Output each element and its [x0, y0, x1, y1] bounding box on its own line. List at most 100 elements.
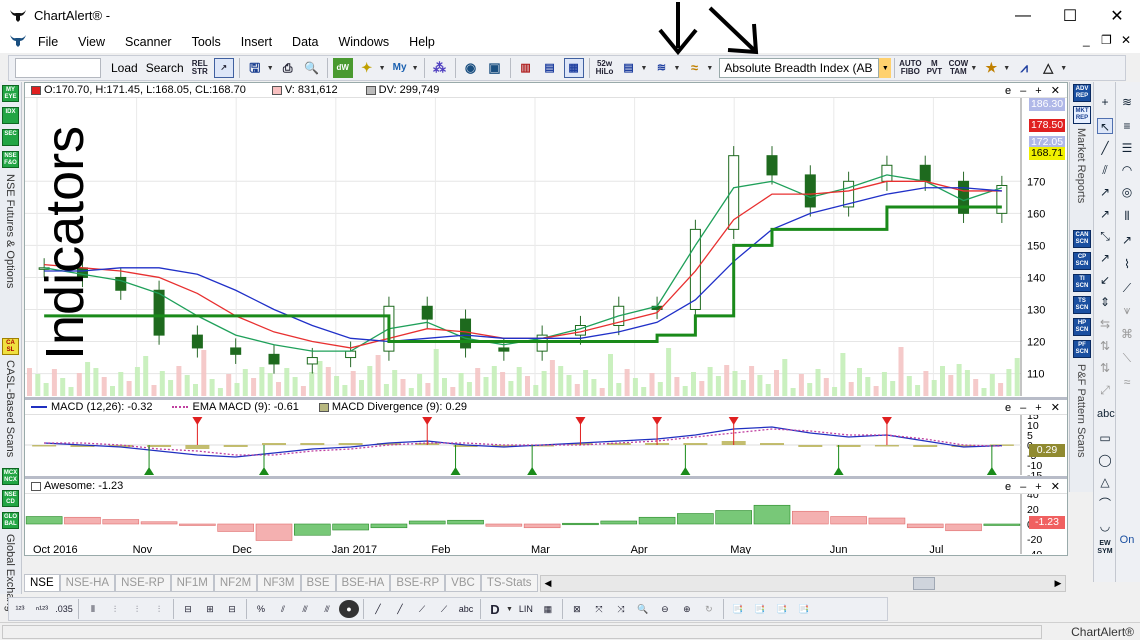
mcx-ncx-button[interactable]: MCX NCX: [2, 468, 19, 485]
scale2-icon[interactable]: ⫻: [295, 600, 315, 618]
horizontal-scrollbar[interactable]: ◀ ▶: [540, 575, 1066, 592]
awesome-chart[interactable]: -40-2002040Oct 2016NovDecJan 2017FebMarA…: [25, 494, 1067, 554]
scroll-thumb[interactable]: [913, 577, 935, 590]
indicator-list-dropdown-icon[interactable]: ▼: [706, 65, 713, 72]
awesome-pane-controls[interactable]: e – + ✕: [1005, 480, 1063, 493]
crosshair-icon[interactable]: +: [1097, 94, 1113, 110]
sl-line-icon[interactable]: ↗: [1097, 184, 1113, 200]
mkt-rep-button[interactable]: MKT REP: [1073, 106, 1091, 124]
ellipse-tool-icon[interactable]: ◯: [1097, 452, 1113, 468]
scale3-icon[interactable]: ⫻: [317, 600, 337, 618]
draw-abc-icon[interactable]: abc: [456, 600, 476, 618]
hp-scn-button[interactable]: HP SCN: [1073, 318, 1091, 336]
report-icon[interactable]: 📑: [728, 600, 748, 618]
minimize-button[interactable]: —: [1000, 0, 1046, 31]
decimals-ab-icon[interactable]: ⁿ¹²³: [32, 600, 52, 618]
nse-cd-button[interactable]: NSE CD: [2, 490, 19, 507]
tab-bse-ha[interactable]: BSE-HA: [335, 574, 391, 592]
star-dropdown-icon[interactable]: ▼: [379, 65, 386, 72]
arrow-tool-icon[interactable]: ↙: [1097, 272, 1113, 288]
menu-view[interactable]: View: [68, 35, 115, 49]
market-reports-label[interactable]: Market Reports: [1075, 128, 1087, 203]
ns2-disabled-icon[interactable]: ⇅: [1097, 360, 1113, 376]
volume-chart-icon[interactable]: ▥: [516, 58, 536, 78]
refresh-icon[interactable]: ↻: [699, 600, 719, 618]
bars5-icon[interactable]: ⊟: [178, 600, 198, 618]
decimals-035-icon[interactable]: .035: [54, 600, 74, 618]
bars2-icon[interactable]: ⫶: [105, 600, 125, 618]
sl-line2-icon[interactable]: ↗: [1097, 206, 1113, 222]
global-button[interactable]: GLO BAL: [2, 512, 19, 529]
draw-line2-icon[interactable]: ╱: [390, 600, 410, 618]
search-button[interactable]: Search: [142, 61, 188, 75]
globe-icon[interactable]: ◉: [461, 58, 481, 78]
macd-chart[interactable]: -15-10-5051015: [25, 415, 1067, 477]
fib-levels-icon[interactable]: ☰: [1119, 140, 1135, 156]
casl-scans-label[interactable]: CASL-Based Scans: [4, 360, 16, 457]
curve-tool-icon[interactable]: ◡: [1097, 518, 1113, 534]
close-button[interactable]: ✕: [1094, 0, 1140, 31]
save-dropdown-icon[interactable]: ▼: [267, 65, 274, 72]
triangle-draw-icon[interactable]: △: [1097, 474, 1113, 490]
auto-fibo-button[interactable]: AUTO FIBO: [899, 58, 922, 78]
grid-icon[interactable]: ▦: [538, 600, 558, 618]
zoom-out-icon[interactable]: ⊖: [655, 600, 675, 618]
tab-nf1m[interactable]: NF1M: [170, 574, 214, 592]
scroll-left-icon[interactable]: ◀: [541, 576, 555, 591]
idx-button[interactable]: IDX: [2, 107, 19, 124]
percent-icon[interactable]: %: [251, 600, 271, 618]
band-icon[interactable]: ≈: [1119, 374, 1135, 390]
tab-nse-ha[interactable]: NSE-HA: [59, 574, 116, 592]
menu-file[interactable]: File: [28, 35, 68, 49]
on-toggle[interactable]: On: [1119, 532, 1135, 548]
draw-line3-icon[interactable]: ⟋: [412, 600, 432, 618]
period-dropdown-icon[interactable]: ▼: [506, 606, 513, 613]
my-dropdown-icon[interactable]: ▼: [412, 65, 419, 72]
adv-rep-button[interactable]: ADV REP: [1073, 84, 1091, 102]
cow-tam-button[interactable]: COW TAM: [948, 58, 969, 78]
ts-scn-button[interactable]: TS SCN: [1073, 296, 1091, 314]
52w-hilo-button[interactable]: 52w HiLo: [595, 58, 615, 78]
fib-arc-icon[interactable]: ◠: [1119, 162, 1135, 178]
channel-icon[interactable]: ⫽: [1097, 162, 1113, 178]
cycles-icon[interactable]: ⌘: [1119, 326, 1135, 342]
tab-bse-rp[interactable]: BSE-RP: [390, 574, 446, 592]
report3-icon[interactable]: 📑: [772, 600, 792, 618]
pf-scn-button[interactable]: PF SCN: [1073, 340, 1091, 358]
text-tool-icon[interactable]: abc: [1097, 406, 1115, 422]
rectangle-tool-icon[interactable]: ▭: [1097, 430, 1113, 446]
ts-star-icon[interactable]: ★: [981, 58, 1001, 78]
maximize-button[interactable]: ☐: [1047, 0, 1093, 31]
ti-scn-button[interactable]: TI SCN: [1073, 274, 1091, 292]
print-icon[interactable]: ⎙: [278, 58, 298, 78]
casl-button[interactable]: CA SL: [2, 338, 19, 355]
arrows-disabled-icon[interactable]: ⇆: [1097, 316, 1113, 332]
gann-icon[interactable]: ⌇: [1119, 256, 1135, 272]
magnifier-icon[interactable]: 🔍: [633, 600, 653, 618]
indicator-chart-icon[interactable]: ▤: [619, 58, 639, 78]
period-d-button[interactable]: D: [485, 600, 505, 618]
mdi-restore-button[interactable]: ❐: [1101, 33, 1112, 47]
price-pane-controls[interactable]: e – + ✕: [1005, 84, 1063, 97]
print-preview-icon[interactable]: 🔍: [302, 58, 322, 78]
ma-icon[interactable]: ≋: [651, 58, 671, 78]
save-icon[interactable]: 🖫: [245, 58, 265, 78]
scroll-right-icon[interactable]: ▶: [1051, 576, 1065, 591]
price-chart[interactable]: 110 120 130 140 150 160 170: [25, 98, 1067, 398]
pitchfork-icon[interactable]: ⩛: [1119, 302, 1135, 318]
vertical-tool-icon[interactable]: ⇕: [1097, 294, 1113, 310]
report4-icon[interactable]: 📑: [794, 600, 814, 618]
zoom-disabled-icon[interactable]: ⤢: [1097, 382, 1113, 398]
speed-lines-icon[interactable]: ⟋: [1119, 280, 1135, 296]
nse-fno-button[interactable]: NSE F&O: [2, 151, 19, 168]
nse-fno-label[interactable]: NSE Futures & Options: [4, 174, 16, 288]
layout-icon[interactable]: ▣: [485, 58, 505, 78]
fib-circle-icon[interactable]: ◎: [1119, 184, 1135, 200]
menu-insert[interactable]: Insert: [231, 35, 282, 49]
decimals-123-icon[interactable]: ¹²³: [10, 600, 30, 618]
chart-area[interactable]: O:170.70, H:171.45, L:168.05, CL:168.70 …: [24, 82, 1068, 556]
fib-time-icon[interactable]: ⦀: [1119, 208, 1135, 224]
symbol-input[interactable]: [15, 58, 101, 78]
tab-nse[interactable]: NSE: [24, 574, 60, 592]
regression-icon[interactable]: ⟍: [1119, 350, 1135, 366]
